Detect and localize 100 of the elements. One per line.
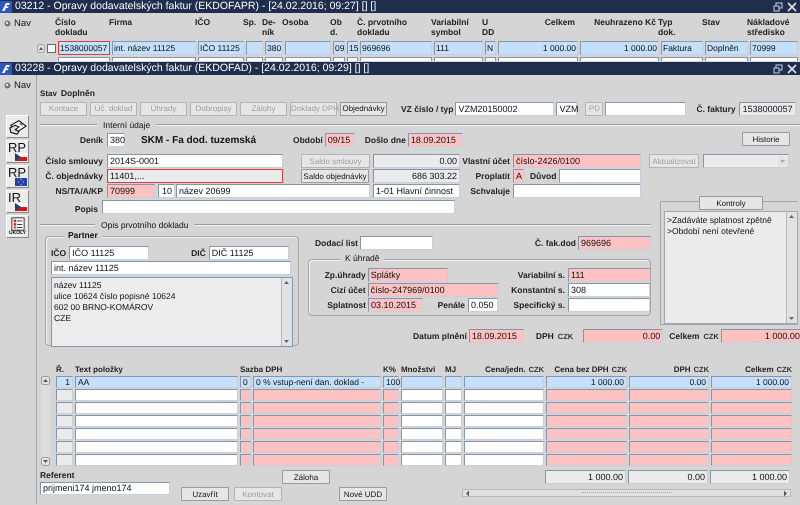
table-cell[interactable]: [383, 402, 399, 414]
grand-total-field[interactable]: 1 000.00: [720, 329, 800, 343]
supply-date-field[interactable]: 18.09.2015: [468, 329, 524, 343]
table-cell[interactable]: [464, 389, 544, 401]
table-cell[interactable]: 100: [383, 376, 399, 388]
register-tool-button[interactable]: RP: [6, 165, 29, 188]
deposit-button[interactable]: Záloha: [282, 470, 330, 484]
table-cell[interactable]: 969696: [360, 41, 432, 55]
description-field[interactable]: [102, 200, 455, 214]
table-cell[interactable]: N: [485, 41, 496, 55]
own-account-field[interactable]: číslo-2426/0100: [513, 154, 641, 168]
approver-field[interactable]: [513, 184, 641, 198]
table-cell[interactable]: [711, 389, 792, 401]
table-cell[interactable]: [401, 428, 443, 440]
activity-type-field[interactable]: 1-01 Hlavní činnost: [373, 184, 460, 198]
table-cell[interactable]: [445, 428, 462, 440]
contract-field[interactable]: 2014S-0001: [107, 154, 283, 168]
table-cell[interactable]: 0: [240, 376, 251, 388]
table-cell[interactable]: [75, 415, 238, 427]
table-cell[interactable]: [56, 402, 73, 414]
table-cell[interactable]: [383, 441, 399, 453]
activity-field[interactable]: 10: [158, 184, 175, 198]
table-cell[interactable]: [546, 454, 627, 466]
table-cell[interactable]: [546, 389, 627, 401]
table-cell[interactable]: 0 % vstup-není dan. doklad -: [253, 376, 381, 388]
table-cell[interactable]: [546, 402, 627, 414]
checks-button[interactable]: Kontroly: [699, 196, 763, 210]
company-id-field[interactable]: IČO 11125: [69, 246, 150, 260]
pd-field[interactable]: [605, 102, 686, 116]
table-cell[interactable]: [445, 415, 462, 427]
table-cell[interactable]: [240, 428, 251, 440]
document-tool-button[interactable]: [6, 115, 29, 138]
table-cell[interactable]: [240, 454, 251, 466]
close-icon[interactable]: [787, 64, 797, 74]
table-cell[interactable]: [240, 389, 251, 401]
specific-symbol-field[interactable]: [568, 298, 650, 312]
table-cell[interactable]: [56, 415, 73, 427]
table-cell[interactable]: AA: [75, 376, 238, 388]
table-cell[interactable]: 09: [333, 41, 345, 55]
table-cell[interactable]: [629, 454, 709, 466]
table-cell[interactable]: [383, 415, 399, 427]
table-cell[interactable]: 1 000.00: [498, 41, 578, 55]
table-cell[interactable]: [401, 441, 443, 453]
table-cell[interactable]: [246, 41, 263, 55]
table-cell[interactable]: 111: [434, 41, 483, 55]
table-cell[interactable]: [711, 454, 792, 466]
table-cell[interactable]: 1: [56, 376, 73, 388]
table-cell[interactable]: 380: [265, 41, 283, 55]
delivery-note-field[interactable]: [360, 236, 433, 250]
table-cell[interactable]: [464, 454, 544, 466]
table-cell[interactable]: [383, 389, 399, 401]
vat-total-field[interactable]: 0.00: [583, 329, 664, 343]
reason-field[interactable]: [559, 169, 642, 183]
table-cell[interactable]: [56, 454, 73, 466]
table-cell[interactable]: [711, 441, 792, 453]
pay-field[interactable]: A: [513, 169, 524, 183]
table-cell[interactable]: [240, 415, 251, 427]
action-button[interactable]: Objednávky: [340, 102, 387, 116]
nav-button[interactable]: Nav: [4, 80, 36, 91]
table-cell[interactable]: [464, 402, 544, 414]
scroll-right-icon[interactable]: [781, 490, 790, 496]
supplier-invoice-field[interactable]: 969696: [578, 236, 651, 250]
table-cell[interactable]: [253, 428, 381, 440]
table-cell[interactable]: [445, 389, 462, 401]
table-cell[interactable]: [75, 402, 238, 414]
table-cell[interactable]: [464, 441, 544, 453]
table-cell[interactable]: [629, 389, 709, 401]
payment-method-field[interactable]: Splátky: [368, 268, 448, 282]
table-cell[interactable]: [285, 41, 331, 55]
table-cell[interactable]: [711, 402, 792, 414]
table-cell[interactable]: [56, 389, 73, 401]
table-cell[interactable]: [401, 376, 443, 388]
constant-symbol-field[interactable]: 308: [568, 283, 650, 297]
vz-type-field[interactable]: VZM: [556, 102, 578, 116]
table-cell[interactable]: [401, 415, 443, 427]
row-checkbox[interactable]: [47, 44, 56, 52]
tax-id-field[interactable]: DIČ 11125: [208, 246, 289, 260]
activity-name-field[interactable]: název 20699: [176, 184, 370, 198]
vz-number-field[interactable]: VZM20150002: [455, 102, 554, 116]
table-cell[interactable]: [629, 441, 709, 453]
due-date-field[interactable]: 03.10.2015: [368, 298, 423, 312]
table-cell[interactable]: 15: [347, 41, 358, 55]
table-cell[interactable]: [464, 376, 544, 388]
table-cell[interactable]: Faktura: [661, 41, 703, 55]
cost-center-field[interactable]: 70999: [107, 184, 155, 198]
action-button[interactable]: Uzavřít: [181, 487, 229, 501]
table-cell[interactable]: [401, 402, 443, 414]
table-cell[interactable]: 70999: [750, 41, 798, 55]
table-cell[interactable]: [546, 415, 627, 427]
table-cell[interactable]: [75, 428, 238, 440]
table-cell[interactable]: [711, 428, 792, 440]
variable-symbol-field[interactable]: 111: [568, 268, 650, 282]
table-cell[interactable]: [445, 441, 462, 453]
table-cell[interactable]: [75, 441, 238, 453]
table-cell[interactable]: 0.00: [629, 376, 709, 388]
table-cell[interactable]: 1 000.00: [546, 376, 627, 388]
table-cell[interactable]: 1 000.00: [711, 376, 792, 388]
table-cell[interactable]: [546, 428, 627, 440]
table-cell[interactable]: [629, 415, 709, 427]
table-cell[interactable]: [445, 454, 462, 466]
